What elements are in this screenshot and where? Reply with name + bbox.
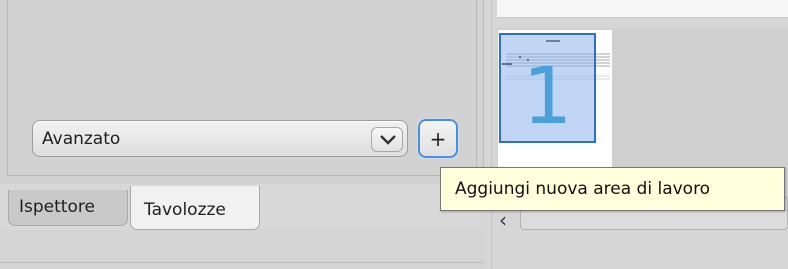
status-area xyxy=(0,230,484,269)
page-number: 1 xyxy=(522,52,573,142)
plus-icon: + xyxy=(429,127,447,151)
score-view-strip xyxy=(497,0,788,18)
panel-splitter[interactable] xyxy=(491,0,492,269)
workspace-select[interactable]: Avanzato xyxy=(32,120,408,157)
chevron-down-icon xyxy=(380,135,396,145)
tooltip: Aggiungi nuova area di lavoro xyxy=(440,167,785,211)
visible-area-frame[interactable]: 1 xyxy=(499,33,596,143)
tooltip-text: Aggiungi nuova area di lavoro xyxy=(455,179,711,199)
tab-palettes-label: Tavolozze xyxy=(144,200,226,220)
tab-palettes[interactable]: Tavolozze xyxy=(130,186,260,230)
workspace-select-dropdown-button[interactable] xyxy=(371,127,403,152)
add-workspace-button[interactable]: + xyxy=(418,119,458,158)
workspace-select-value: Avanzato xyxy=(42,129,121,149)
tab-inspector[interactable]: Ispettore xyxy=(8,190,128,226)
chevron-left-icon[interactable]: ‹ xyxy=(499,208,507,232)
divider xyxy=(0,262,484,263)
tab-inspector-label: Ispettore xyxy=(19,197,95,217)
